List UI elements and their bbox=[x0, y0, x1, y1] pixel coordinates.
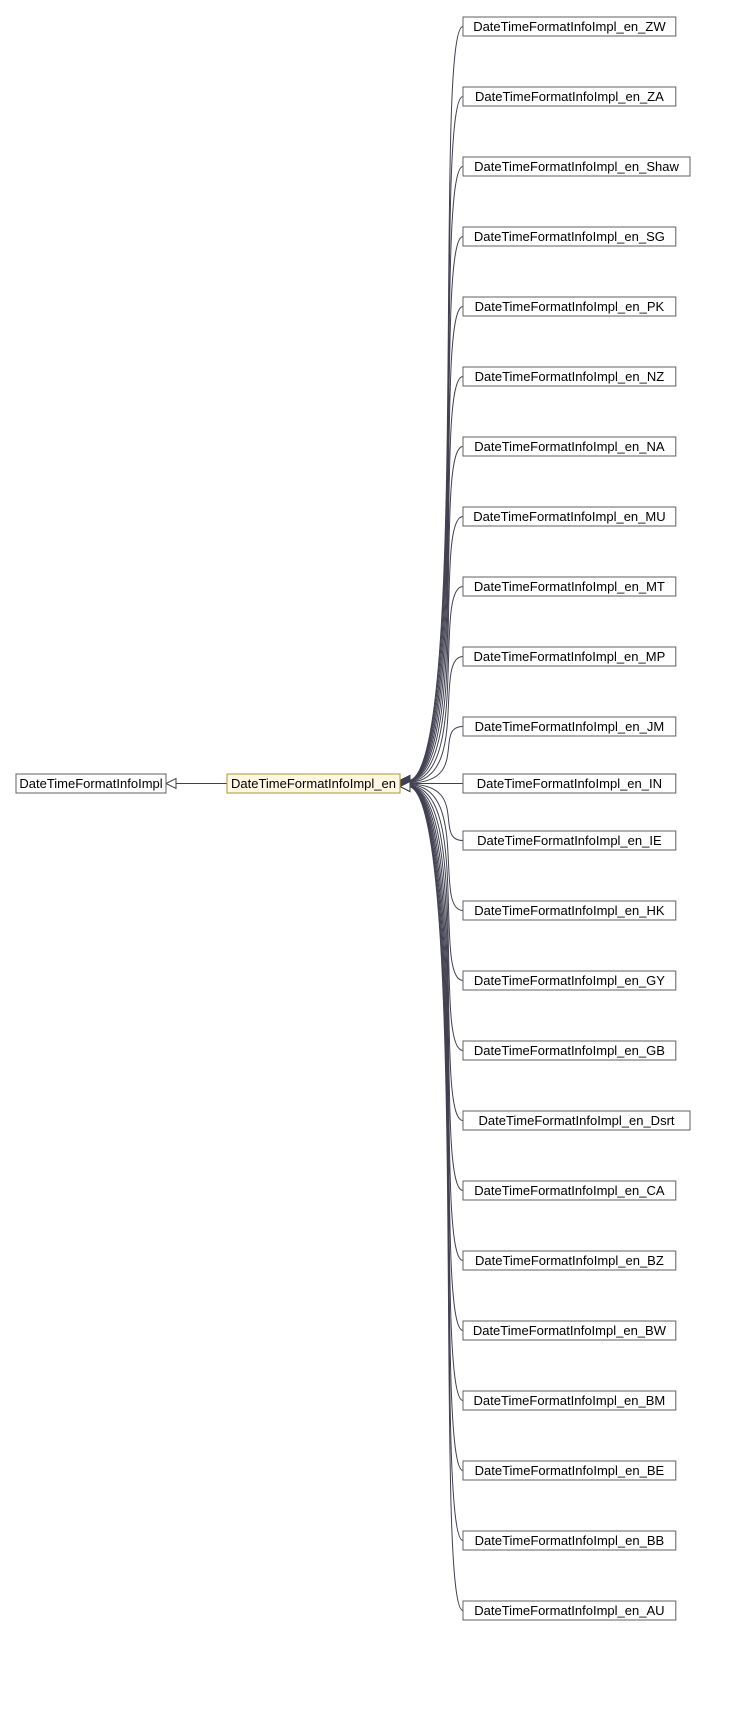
node-child-label: DateTimeFormatInfoImpl_en_NA bbox=[474, 439, 665, 454]
node-child-label: DateTimeFormatInfoImpl_en_HK bbox=[474, 903, 665, 918]
node-child[interactable]: DateTimeFormatInfoImpl_en_IE bbox=[463, 831, 676, 850]
node-child[interactable]: DateTimeFormatInfoImpl_en_CA bbox=[463, 1181, 676, 1200]
node-child-label: DateTimeFormatInfoImpl_en_Dsrt bbox=[478, 1113, 674, 1128]
node-child[interactable]: DateTimeFormatInfoImpl_en_NA bbox=[463, 437, 676, 456]
node-child[interactable]: DateTimeFormatInfoImpl_en_BM bbox=[463, 1391, 676, 1410]
node-child-label: DateTimeFormatInfoImpl_en_AU bbox=[474, 1603, 664, 1618]
node-child[interactable]: DateTimeFormatInfoImpl_en_ZW bbox=[463, 17, 676, 36]
node-child[interactable]: DateTimeFormatInfoImpl_en_BE bbox=[463, 1461, 676, 1480]
node-child[interactable]: DateTimeFormatInfoImpl_en_BB bbox=[463, 1531, 676, 1550]
node-child-label: DateTimeFormatInfoImpl_en_Shaw bbox=[474, 159, 679, 174]
node-child[interactable]: DateTimeFormatInfoImpl_en_SG bbox=[463, 227, 676, 246]
node-child[interactable]: DateTimeFormatInfoImpl_en_GY bbox=[463, 971, 676, 990]
node-child-label: DateTimeFormatInfoImpl_en_JM bbox=[475, 719, 665, 734]
node-child-label: DateTimeFormatInfoImpl_en_NZ bbox=[475, 369, 665, 384]
inheritance-diagram: DateTimeFormatInfoImpl DateTimeFormatInfo… bbox=[0, 0, 749, 1715]
node-center-label: DateTimeFormatInfoImpl_en bbox=[231, 776, 396, 791]
node-child-label: DateTimeFormatInfoImpl_en_IN bbox=[477, 776, 662, 791]
node-child-label: DateTimeFormatInfoImpl_en_MT bbox=[474, 579, 665, 594]
node-child[interactable]: DateTimeFormatInfoImpl_en_Shaw bbox=[463, 157, 690, 176]
node-child-label: DateTimeFormatInfoImpl_en_BZ bbox=[475, 1253, 664, 1268]
node-child[interactable]: DateTimeFormatInfoImpl_en_MT bbox=[463, 577, 676, 596]
node-child[interactable]: DateTimeFormatInfoImpl_en_PK bbox=[463, 297, 676, 316]
node-child[interactable]: DateTimeFormatInfoImpl_en_IN bbox=[463, 774, 676, 793]
node-child[interactable]: DateTimeFormatInfoImpl_en_MP bbox=[463, 647, 676, 666]
node-child-label: DateTimeFormatInfoImpl_en_CA bbox=[474, 1183, 665, 1198]
node-child-label: DateTimeFormatInfoImpl_en_GY bbox=[474, 973, 665, 988]
node-child-label: DateTimeFormatInfoImpl_en_ZW bbox=[473, 19, 666, 34]
node-root[interactable]: DateTimeFormatInfoImpl bbox=[16, 774, 166, 793]
node-center[interactable]: DateTimeFormatInfoImpl_en bbox=[227, 774, 400, 793]
node-child-label: DateTimeFormatInfoImpl_en_BW bbox=[473, 1323, 667, 1338]
node-child-label: DateTimeFormatInfoImpl_en_BE bbox=[475, 1463, 665, 1478]
node-child-label: DateTimeFormatInfoImpl_en_IE bbox=[477, 833, 662, 848]
node-child[interactable]: DateTimeFormatInfoImpl_en_Dsrt bbox=[463, 1111, 690, 1130]
node-child[interactable]: DateTimeFormatInfoImpl_en_BW bbox=[463, 1321, 676, 1340]
node-child[interactable]: DateTimeFormatInfoImpl_en_AU bbox=[463, 1601, 676, 1620]
node-root-label: DateTimeFormatInfoImpl bbox=[19, 776, 162, 791]
node-child[interactable]: DateTimeFormatInfoImpl_en_NZ bbox=[463, 367, 676, 386]
node-child-label: DateTimeFormatInfoImpl_en_ZA bbox=[475, 89, 664, 104]
node-child-label: DateTimeFormatInfoImpl_en_MU bbox=[473, 509, 665, 524]
node-child-label: DateTimeFormatInfoImpl_en_BB bbox=[475, 1533, 665, 1548]
node-child[interactable]: DateTimeFormatInfoImpl_en_BZ bbox=[463, 1251, 676, 1270]
node-child-label: DateTimeFormatInfoImpl_en_GB bbox=[474, 1043, 665, 1058]
node-child[interactable]: DateTimeFormatInfoImpl_en_HK bbox=[463, 901, 676, 920]
node-child-label: DateTimeFormatInfoImpl_en_PK bbox=[475, 299, 665, 314]
node-child-label: DateTimeFormatInfoImpl_en_SG bbox=[474, 229, 665, 244]
node-child[interactable]: DateTimeFormatInfoImpl_en_MU bbox=[463, 507, 676, 526]
node-child-label: DateTimeFormatInfoImpl_en_BM bbox=[474, 1393, 666, 1408]
node-child-label: DateTimeFormatInfoImpl_en_MP bbox=[474, 649, 666, 664]
node-child[interactable]: DateTimeFormatInfoImpl_en_GB bbox=[463, 1041, 676, 1060]
node-child[interactable]: DateTimeFormatInfoImpl_en_ZA bbox=[463, 87, 676, 106]
node-child[interactable]: DateTimeFormatInfoImpl_en_JM bbox=[463, 717, 676, 736]
